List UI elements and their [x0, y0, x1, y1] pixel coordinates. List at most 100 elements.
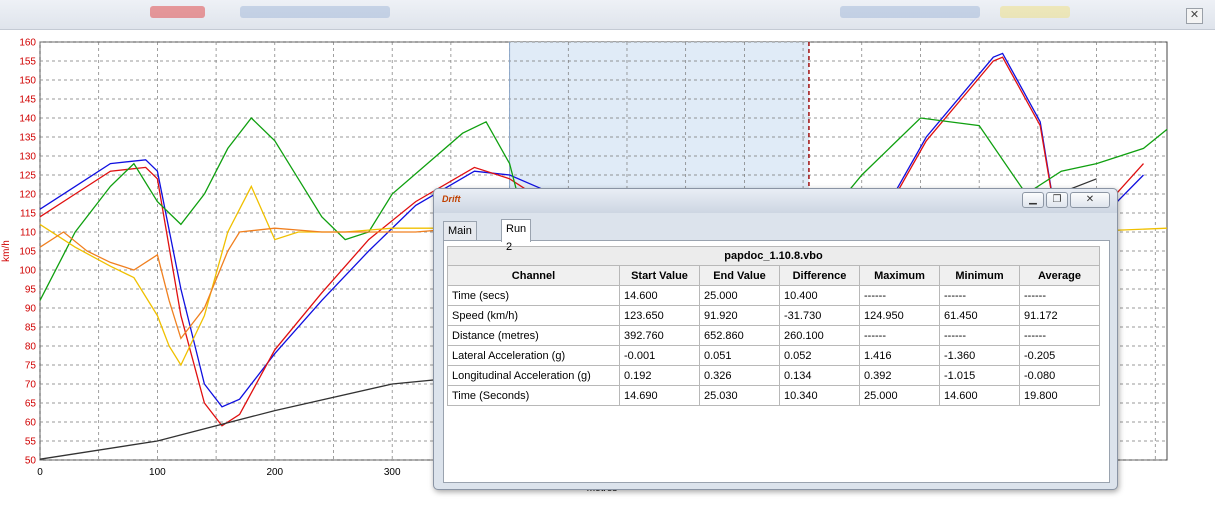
table-cell: 10.400	[779, 285, 860, 306]
table-cell: Time (Seconds)	[447, 385, 620, 406]
column-header[interactable]: Difference	[779, 265, 860, 286]
y-tick-label: 100	[19, 266, 36, 277]
stats-panel: papdoc_1.10.8.vbo Channel Start Value End …	[443, 240, 1110, 483]
stats-table: papdoc_1.10.8.vbo Channel Start Value End …	[447, 246, 1100, 406]
column-header[interactable]: Minimum	[939, 265, 1020, 286]
run-comparison-window[interactable]: Drift ▁ ❐ ✕ Main Run Run 2 papdoc_1.10.8…	[433, 188, 1118, 490]
table-cell: -0.080	[1019, 365, 1100, 386]
table-header-row: Channel Start Value End Value Difference Max…	[447, 265, 1100, 286]
table-row[interactable]: Longitudinal Acceleration (g) 0.192 0.326 0…	[447, 365, 1100, 386]
table-cell: Lateral Acceleration (g)	[447, 345, 620, 366]
y-tick-label: 90	[25, 304, 37, 315]
y-tick-label: 75	[25, 361, 37, 372]
y-tick-label: 65	[25, 399, 37, 410]
table-row[interactable]: Time (Seconds) 14.690 25.030 10.340 25.000 14…	[447, 385, 1100, 406]
table-cell: -0.205	[1019, 345, 1100, 366]
close-icon[interactable]: ✕	[1186, 8, 1203, 24]
table-cell: 392.760	[619, 325, 700, 346]
window-close-button[interactable]: ✕	[1070, 192, 1110, 208]
table-cell: 14.600	[939, 385, 1020, 406]
window-titlebar[interactable]: Drift ▁ ❐ ✕	[434, 189, 1117, 213]
table-cell: 14.690	[619, 385, 700, 406]
y-tick-label: 55	[25, 437, 37, 448]
column-header[interactable]: Channel	[447, 265, 620, 286]
table-cell: 25.000	[699, 285, 780, 306]
y-tick-label: 135	[19, 133, 36, 144]
y-tick-label: 160	[19, 38, 36, 49]
column-header[interactable]: Average	[1019, 265, 1100, 286]
tab-run-2[interactable]: Run 2	[501, 219, 532, 253]
column-header[interactable]: Maximum	[859, 265, 940, 286]
y-tick-label: 155	[19, 57, 36, 68]
x-tick-label: 300	[384, 467, 401, 478]
minimize-button[interactable]: ▁	[1022, 192, 1044, 208]
table-cell: 124.950	[859, 305, 940, 326]
y-tick-label: 120	[19, 190, 36, 201]
y-tick-label: 115	[20, 209, 36, 220]
table-cell: 61.450	[939, 305, 1020, 326]
table-cell: 652.860	[699, 325, 780, 346]
x-tick-label: 0	[37, 467, 43, 478]
table-cell: ------	[939, 325, 1020, 346]
x-tick-label: 200	[266, 467, 283, 478]
table-cell: ------	[1019, 325, 1100, 346]
app-logo-icon: Drift	[442, 194, 461, 204]
toolbar-blurred-item	[150, 6, 205, 18]
y-tick-label: 130	[19, 152, 36, 163]
y-tick-label: 125	[19, 171, 36, 182]
table-cell: 25.000	[859, 385, 940, 406]
table-row[interactable]: Speed (km/h) 123.650 91.920 -31.730 124.950 6…	[447, 305, 1100, 326]
y-tick-label: 70	[25, 380, 37, 391]
table-cell: 1.416	[859, 345, 940, 366]
table-row[interactable]: Lateral Acceleration (g) -0.001 0.051 0.052…	[447, 345, 1100, 366]
table-cell: 0.192	[619, 365, 700, 386]
column-header[interactable]: End Value	[699, 265, 780, 286]
file-title: papdoc_1.10.8.vbo	[447, 246, 1100, 266]
toolbar-blurred-item	[840, 6, 980, 18]
tab-main-run[interactable]: Main Run	[443, 221, 477, 255]
table-cell: 260.100	[779, 325, 860, 346]
table-cell: 91.920	[699, 305, 780, 326]
toolbar-blurred-item	[240, 6, 390, 18]
table-cell: -31.730	[779, 305, 860, 326]
table-cell: 19.800	[1019, 385, 1100, 406]
table-row[interactable]: Distance (metres) 392.760 652.860 260.100 --…	[447, 325, 1100, 346]
y-axis-label: km/h	[1, 240, 12, 262]
table-cell: 14.600	[619, 285, 700, 306]
y-tick-label: 85	[25, 323, 37, 334]
table-cell: -1.360	[939, 345, 1020, 366]
y-tick-label: 150	[19, 76, 36, 87]
table-cell: 91.172	[1019, 305, 1100, 326]
table-cell: Distance (metres)	[447, 325, 620, 346]
table-cell: Speed (km/h)	[447, 305, 620, 326]
y-tick-label: 105	[19, 247, 36, 258]
table-cell: -0.001	[619, 345, 700, 366]
restore-button[interactable]: ❐	[1046, 192, 1068, 208]
y-tick-label: 60	[25, 418, 37, 429]
table-cell: 123.650	[619, 305, 700, 326]
table-cell: 0.134	[779, 365, 860, 386]
x-tick-label: 100	[149, 467, 166, 478]
table-cell: -1.015	[939, 365, 1020, 386]
table-cell: ------	[859, 325, 940, 346]
table-cell: ------	[939, 285, 1020, 306]
table-cell: 0.326	[699, 365, 780, 386]
table-cell: 0.051	[699, 345, 780, 366]
table-cell: 25.030	[699, 385, 780, 406]
y-tick-label: 50	[25, 456, 37, 467]
column-header[interactable]: Start Value	[619, 265, 700, 286]
table-cell: 0.392	[859, 365, 940, 386]
table-cell: Time (secs)	[447, 285, 620, 306]
y-tick-label: 145	[19, 95, 36, 106]
table-cell: Longitudinal Acceleration (g)	[447, 365, 620, 386]
y-tick-label: 140	[19, 114, 36, 125]
table-cell: 10.340	[779, 385, 860, 406]
table-cell: ------	[1019, 285, 1100, 306]
y-tick-label: 80	[25, 342, 37, 353]
table-row[interactable]: Time (secs) 14.600 25.000 10.400 ------ -----…	[447, 285, 1100, 306]
y-tick-label: 95	[25, 285, 37, 296]
top-toolbar-strip: ✕	[0, 0, 1215, 30]
y-tick-label: 110	[20, 228, 36, 239]
table-cell: 0.052	[779, 345, 860, 366]
table-cell: ------	[859, 285, 940, 306]
